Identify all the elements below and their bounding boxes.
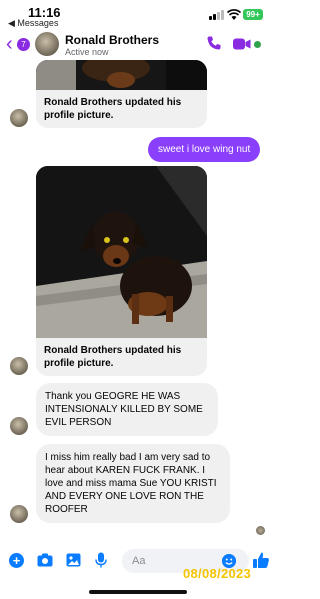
status-bar: 11:16 ◀ Messages 99+ <box>0 0 277 30</box>
sender-avatar[interactable] <box>10 357 28 375</box>
plus-icon[interactable]: + <box>9 553 24 568</box>
sender-avatar[interactable] <box>10 505 28 523</box>
gallery-icon[interactable] <box>66 553 81 567</box>
contact-name[interactable]: Ronald Brothers <box>65 33 159 47</box>
contact-status: Active now <box>65 47 109 57</box>
back-chevron-icon[interactable]: ‹ <box>6 34 13 54</box>
incoming-message[interactable]: Thank you GEOGRE HE WAS INTENSIONALY KIL… <box>36 383 218 436</box>
profile-picture-update-card[interactable]: Ronald Brothers updated his profile pict… <box>36 60 207 128</box>
profile-photo[interactable] <box>36 166 207 338</box>
camera-icon[interactable] <box>37 553 53 567</box>
phone-call-icon[interactable] <box>206 35 222 51</box>
back-to-messages-link[interactable]: ◀ Messages <box>8 18 58 29</box>
sender-avatar[interactable] <box>10 417 28 435</box>
photo-update-caption: Ronald Brothers updated his profile pict… <box>44 97 182 121</box>
cell-signal-icon <box>209 10 225 20</box>
thumbs-up-icon[interactable] <box>252 551 270 569</box>
date-watermark: 08/08/2023 <box>183 566 252 581</box>
contact-avatar[interactable] <box>35 32 59 56</box>
incoming-message[interactable]: I miss him really bad I am very sad to h… <box>36 444 230 523</box>
online-status-dot <box>254 41 261 48</box>
battery-indicator: 99+ <box>243 9 263 20</box>
read-receipt-avatar <box>256 526 265 535</box>
unread-count-badge[interactable]: 7 <box>17 38 30 51</box>
outgoing-message[interactable]: sweet i love wing nut <box>148 137 261 162</box>
home-indicator[interactable] <box>89 590 187 594</box>
sender-avatar[interactable] <box>10 109 28 127</box>
wifi-icon <box>227 9 241 20</box>
video-call-icon[interactable] <box>233 38 251 50</box>
conversation-header: ‹ 7 Ronald Brothers Active now <box>0 30 277 60</box>
microphone-icon[interactable] <box>95 552 107 568</box>
profile-photo[interactable] <box>36 60 207 90</box>
photo-update-caption: Ronald Brothers updated his profile pict… <box>44 345 182 369</box>
profile-picture-update-card[interactable]: Ronald Brothers updated his profile pict… <box>36 166 207 376</box>
